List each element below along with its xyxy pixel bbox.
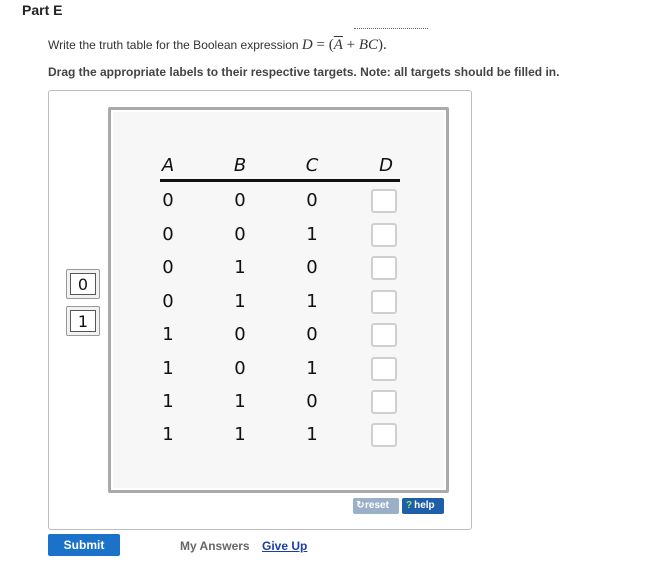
help-label: help [414,500,435,511]
label-value: 0 [70,273,96,295]
table-cell: 0 [234,324,246,345]
table-cell: 0 [306,190,318,211]
table-cell: 0 [162,190,174,211]
header-c: C [305,155,319,176]
reset-icon: ↻ [356,500,365,511]
table-cell: 1 [234,291,246,312]
expr-a-bar: A [333,37,343,53]
help-button[interactable]: ? help [402,498,444,514]
table-cell: 0 [234,358,246,379]
table-cell: 0 [306,324,318,345]
table-cell: 0 [234,224,246,245]
header-a: A [161,155,175,176]
table-cell: 1 [162,324,174,345]
expression-overbar [354,28,428,29]
question-mark-icon: ? [406,500,413,511]
table-cell: 1 [162,391,174,412]
header-d: D [379,155,393,176]
expr-plus: + [342,37,359,53]
expr-lhs: D [301,37,313,53]
table-cell: 1 [306,291,318,312]
my-answers-link[interactable]: My Answers [180,539,250,553]
draggable-label-0[interactable]: 0 [66,269,100,299]
table-cell: 0 [162,291,174,312]
table-cell: 1 [306,224,318,245]
table-cell: 1 [162,358,174,379]
table-cell: 1 [234,257,246,278]
drop-target-row-7[interactable] [371,390,397,414]
submit-button[interactable]: Submit [48,534,120,556]
question-text: Write the truth table for the Boolean ex… [48,37,387,54]
table-cell: 1 [234,391,246,412]
drop-target-row-6[interactable] [371,357,397,381]
drop-target-row-3[interactable] [371,256,397,280]
part-title: Part E [22,2,63,18]
draggable-label-1[interactable]: 1 [66,306,100,336]
label-value: 1 [70,310,96,332]
drop-target-row-5[interactable] [371,323,397,347]
reset-button[interactable]: ↻reset [353,498,399,514]
header-rule [160,179,400,182]
table-cell: 1 [234,424,246,445]
expr-equals: = ( [312,37,334,53]
instruction-text: Drag the appropriate labels to their res… [48,65,560,79]
drop-target-row-2[interactable] [371,223,397,247]
drop-target-row-8[interactable] [371,423,397,447]
table-cell: 0 [306,257,318,278]
expr-close: ). [378,37,387,53]
header-b: B [233,155,247,176]
give-up-link[interactable]: Give Up [262,539,307,553]
drop-target-row-4[interactable] [371,290,397,314]
expr-bc: BC [358,37,379,53]
table-cell: 0 [162,257,174,278]
reset-label: reset [365,500,389,511]
table-cell: 0 [162,224,174,245]
drop-target-row-1[interactable] [371,189,397,213]
table-cell: 1 [162,424,174,445]
boolean-expression: D = (A + BC). [302,37,387,53]
table-cell: 0 [234,190,246,211]
question-prefix: Write the truth table for the Boolean ex… [48,38,302,52]
table-cell: 1 [306,358,318,379]
table-cell: 0 [306,391,318,412]
table-cell: 1 [306,424,318,445]
